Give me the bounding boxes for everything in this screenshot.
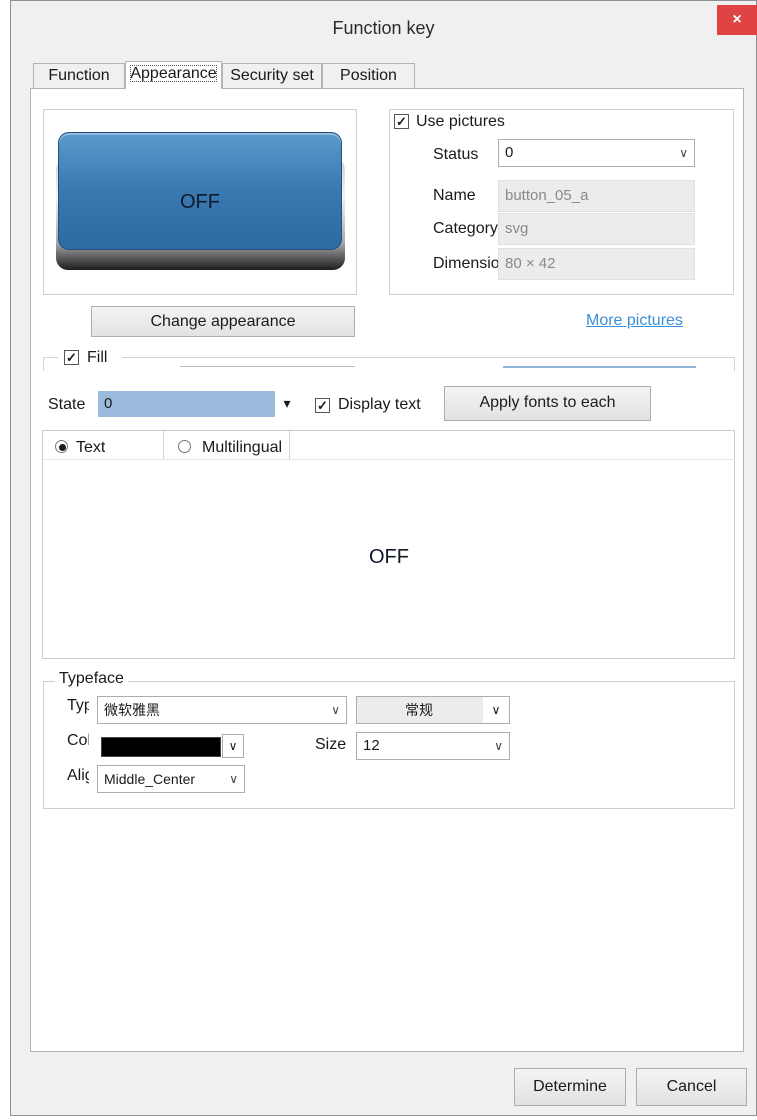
- more-pictures-link[interactable]: More pictures: [586, 312, 683, 330]
- text-tabbar: Text Multilingual: [43, 431, 293, 459]
- text-tab[interactable]: Text: [43, 431, 164, 459]
- tab-function[interactable]: Function: [33, 63, 125, 89]
- close-icon: ×: [732, 11, 742, 28]
- use-pictures-checkbox[interactable]: ✓: [394, 114, 409, 129]
- chevron-down-icon: ∨: [494, 739, 503, 753]
- cancel-label: Cancel: [666, 1078, 717, 1095]
- display-text-checkbox[interactable]: ✓: [315, 398, 330, 413]
- status-label: Status: [433, 146, 479, 163]
- state-input[interactable]: 0: [98, 391, 275, 417]
- determine-button[interactable]: Determine: [514, 1068, 626, 1106]
- fill-label: Fill: [87, 349, 108, 366]
- fill-control-edge: [180, 366, 355, 369]
- chevron-down-icon: ∨: [679, 146, 688, 160]
- determine-label: Determine: [533, 1078, 607, 1095]
- category-field-value: svg: [505, 220, 529, 237]
- chevron-down-icon: ∨: [331, 703, 340, 717]
- apply-fonts-label: Apply fonts to each: [479, 394, 616, 411]
- fill-group-left-edge: [43, 357, 44, 371]
- tab-position-label: Position: [340, 67, 397, 84]
- fill-group-right-edge: [734, 357, 735, 371]
- status-select-value: 0: [505, 144, 514, 161]
- font-color-swatch[interactable]: [101, 737, 221, 757]
- dimension-field: 80 × 42: [498, 248, 695, 280]
- multilingual-tab[interactable]: Multilingual: [164, 431, 290, 459]
- typeface-group-label: Typeface: [55, 670, 128, 688]
- change-appearance-button[interactable]: Change appearance: [91, 306, 355, 337]
- text-radio[interactable]: [55, 440, 68, 453]
- multilingual-tab-label: Multilingual: [202, 439, 283, 456]
- alignment-select[interactable]: Middle_Center ∨: [97, 765, 245, 793]
- alignment-label: Alignment: [67, 767, 89, 784]
- title-bar: Function key ×: [11, 1, 757, 55]
- fill-group-line: [43, 357, 735, 358]
- multilingual-radio[interactable]: [178, 440, 191, 453]
- dialog-title: Function key: [332, 18, 435, 38]
- dimension-field-value: 80 × 42: [505, 255, 556, 272]
- text-tab-divider: [43, 459, 735, 460]
- fill-color-edge: [503, 366, 696, 369]
- tab-security-set-label: Security set: [230, 67, 314, 84]
- state-value: 0: [104, 395, 113, 412]
- cancel-button[interactable]: Cancel: [636, 1068, 747, 1106]
- tab-position[interactable]: Position: [322, 63, 415, 89]
- size-label: Size: [315, 736, 347, 753]
- display-text-label: Display text: [338, 396, 421, 413]
- name-field: button_05_a: [498, 180, 695, 212]
- tab-appearance[interactable]: Appearance: [125, 61, 222, 89]
- tab-function-label: Function: [48, 67, 110, 84]
- color-label: Color: [67, 732, 89, 749]
- close-button[interactable]: ×: [717, 5, 757, 35]
- category-label: Category: [433, 220, 498, 237]
- type-label: Type: [67, 697, 89, 714]
- status-select[interactable]: 0 ∨: [498, 139, 695, 167]
- tab-security-set[interactable]: Security set: [222, 63, 322, 89]
- tab-appearance-label: Appearance: [130, 65, 217, 82]
- font-size-value: 12: [363, 737, 380, 754]
- dimension-label: Dimension: [433, 255, 501, 272]
- font-family-select[interactable]: 微软雅黑 ∨: [97, 696, 347, 724]
- alignment-value: Middle_Center: [104, 771, 196, 787]
- fill-checkbox[interactable]: ✓: [64, 350, 79, 365]
- color-dropdown-icon[interactable]: ∨: [222, 734, 244, 758]
- state-label: State: [48, 396, 86, 413]
- name-label: Name: [433, 187, 476, 204]
- text-tab-label: Text: [76, 439, 106, 456]
- apply-fonts-button[interactable]: Apply fonts to each: [444, 386, 651, 421]
- font-style-value: 常规: [405, 702, 433, 718]
- name-field-value: button_05_a: [505, 187, 589, 204]
- change-appearance-label: Change appearance: [150, 313, 296, 330]
- font-size-select[interactable]: 12 ∨: [356, 732, 510, 760]
- text-preview: OFF: [369, 546, 409, 568]
- use-pictures-label: Use pictures: [416, 113, 505, 130]
- category-field: svg: [498, 213, 695, 245]
- button-preview-text: OFF: [180, 191, 220, 213]
- chevron-down-icon: ∨: [483, 697, 509, 723]
- font-style-select[interactable]: 常规 ∨: [356, 696, 510, 724]
- font-family-value: 微软雅黑: [104, 702, 160, 718]
- state-dropdown-icon[interactable]: ▾: [279, 393, 295, 415]
- chevron-down-icon: ∨: [229, 772, 238, 786]
